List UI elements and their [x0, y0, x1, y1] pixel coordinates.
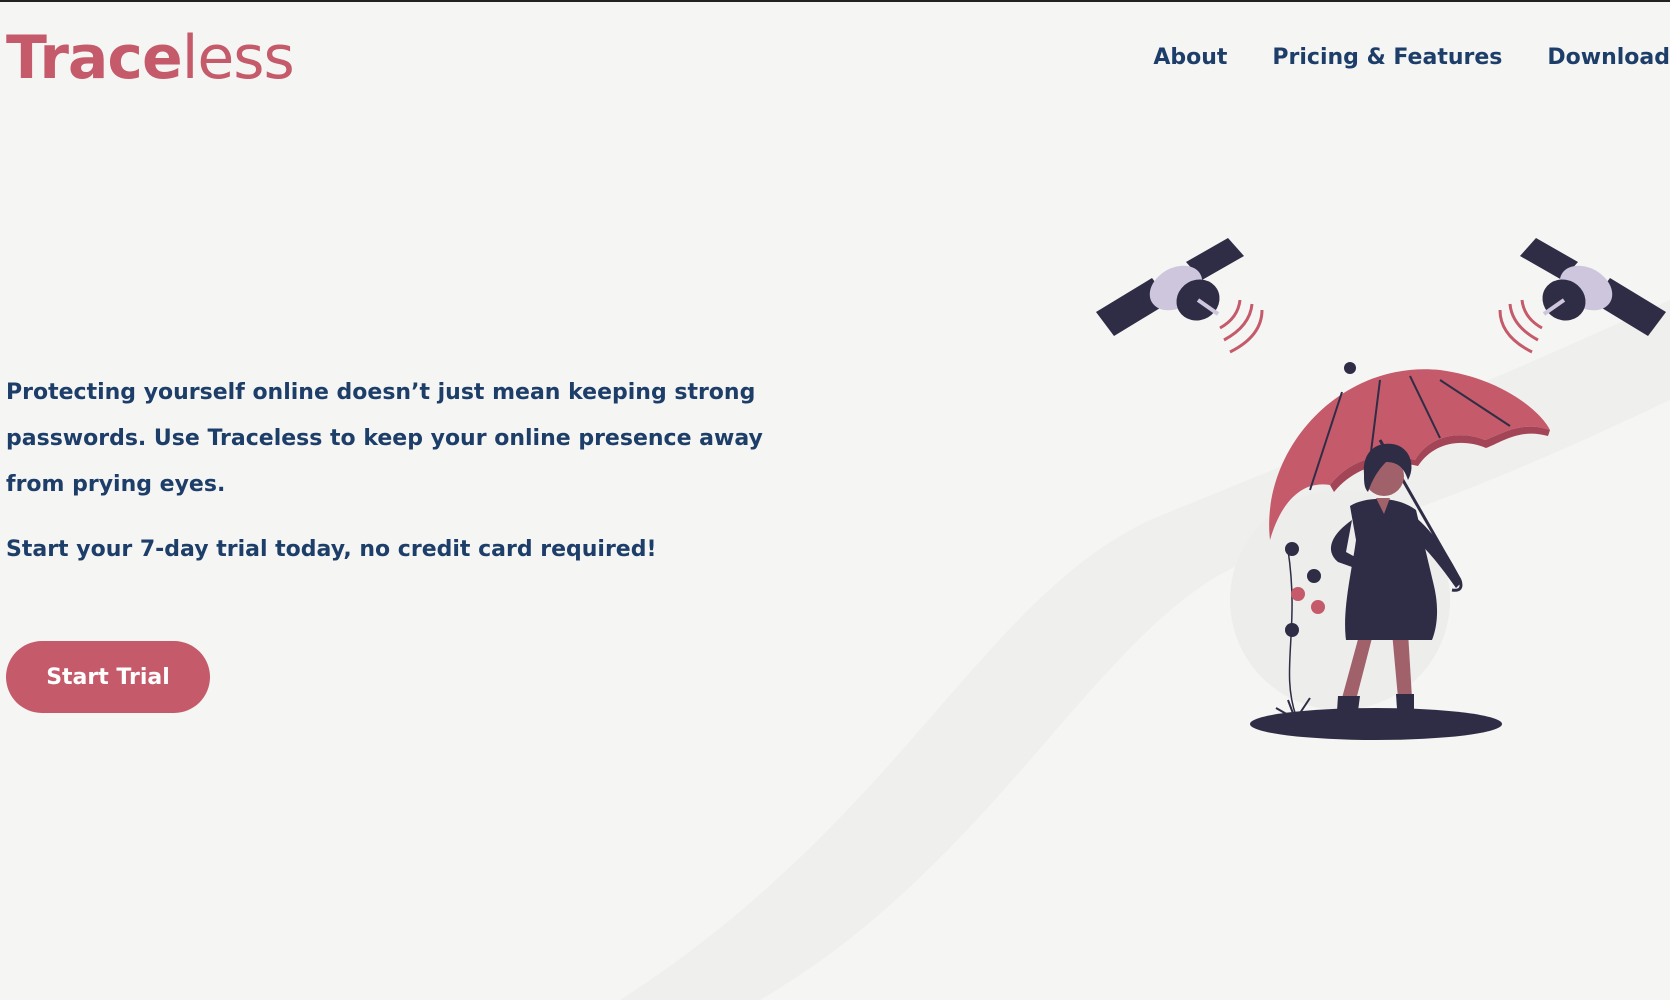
- main-nav: About Pricing & Features Download: [1108, 38, 1670, 78]
- logo-light-part: less: [181, 23, 295, 93]
- landing-page: Traceless About Pricing & Features Downl…: [0, 0, 1670, 1000]
- hero-illustration: [1096, 238, 1666, 740]
- satellite-icon: [1096, 238, 1264, 354]
- plant-icon: [1275, 542, 1325, 717]
- hero-description: Protecting yourself online doesn’t just …: [6, 370, 766, 508]
- nav-about-link[interactable]: About: [1153, 38, 1227, 78]
- nav-download-link[interactable]: Download: [1547, 38, 1670, 78]
- brand-logo[interactable]: Traceless: [6, 18, 295, 98]
- start-trial-button[interactable]: Start Trial: [6, 641, 210, 713]
- logo-bold-part: Trace: [6, 23, 183, 93]
- nav-pricing-features-link[interactable]: Pricing & Features: [1272, 38, 1502, 78]
- hero-trial-subtext: Start your 7-day trial today, no credit …: [6, 537, 657, 562]
- satellite-icon: [1498, 238, 1666, 354]
- hero-description-text: Protecting yourself online doesn’t just …: [6, 380, 763, 497]
